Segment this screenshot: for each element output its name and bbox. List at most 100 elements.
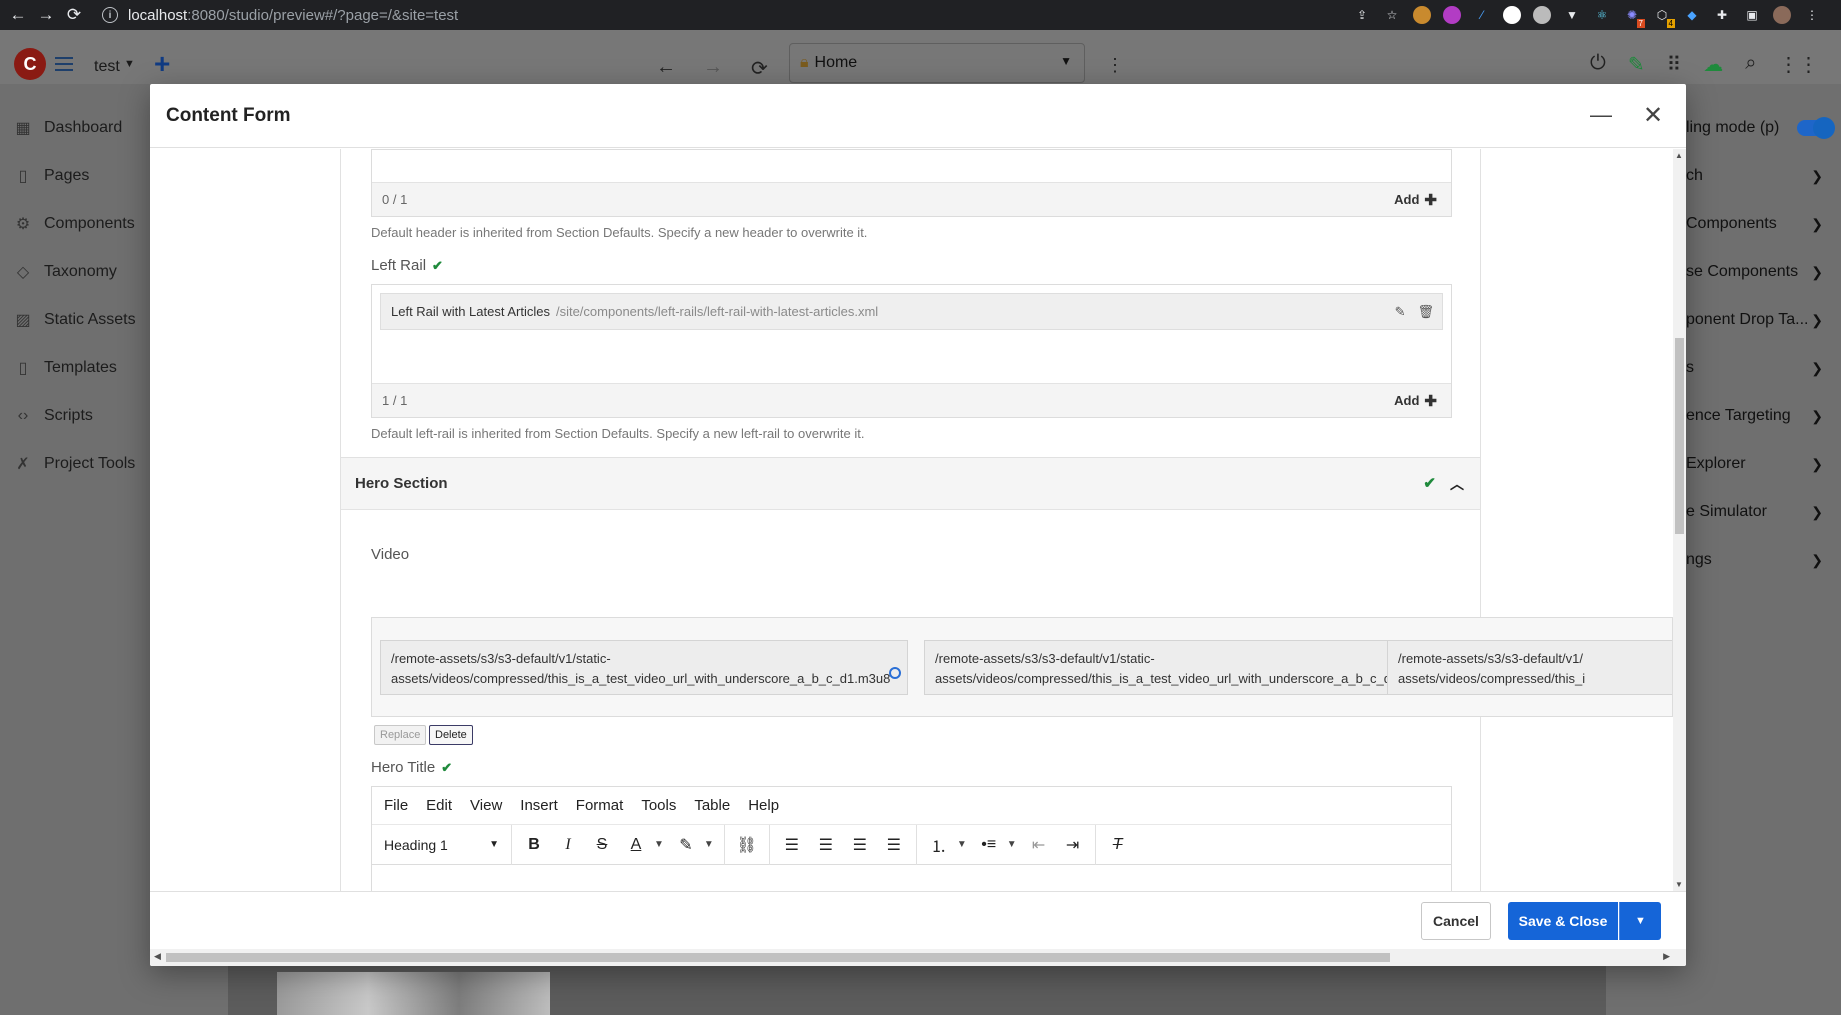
puzzle-icon[interactable]: ✚ — [1713, 6, 1731, 24]
drag-icon[interactable]: ⠿ — [1667, 52, 1682, 77]
sidebar-item-components[interactable]: ⚙ Components — [0, 200, 150, 248]
menu-edit[interactable]: Edit — [426, 797, 452, 814]
chevron-down-icon[interactable]: ▼ — [1060, 54, 1072, 68]
preview-refresh-icon[interactable]: ⟳ — [751, 56, 768, 81]
menu-view[interactable]: View — [470, 797, 502, 814]
sidebar-item-taxonomy[interactable]: ◇ Taxonomy — [0, 248, 150, 296]
sidebar-item-templates[interactable]: ▯ Templates — [0, 344, 150, 392]
tools-panel-item[interactable]: ngs ❯ — [1686, 536, 1841, 584]
sidebar-item-project-tools[interactable]: ✗ Project Tools — [0, 440, 150, 488]
sidebar-item-static-assets[interactable]: ▨ Static Assets — [0, 296, 150, 344]
tools-panel-item[interactable]: Components ❯ — [1686, 200, 1841, 248]
extension-with-badge-icon[interactable]: ⬡ 4 — [1653, 6, 1675, 28]
video-item[interactable]: /remote-assets/s3/s3-default/v1/static- … — [380, 640, 908, 695]
power-icon[interactable]: ⏻ — [1590, 52, 1606, 77]
react-devtools-icon[interactable]: ⚛ — [1593, 6, 1611, 24]
sidebar-item-scripts[interactable]: ‹› Scripts — [0, 392, 150, 440]
preview-back-icon[interactable]: ← — [656, 56, 676, 79]
menu-table[interactable]: Table — [694, 797, 730, 814]
cancel-button[interactable]: Cancel — [1421, 902, 1491, 940]
extension-icon[interactable] — [1443, 6, 1461, 24]
share-icon[interactable]: ⇪ — [1353, 6, 1371, 24]
tools-panel-item[interactable]: se Components ❯ — [1686, 248, 1841, 296]
extension-icon[interactable]: ◆ — [1683, 6, 1701, 24]
menu-help[interactable]: Help — [748, 797, 779, 814]
cookie-extension-icon[interactable] — [1413, 6, 1431, 24]
more-options-icon[interactable]: ⋮ — [1106, 55, 1124, 76]
numbered-list-icon[interactable]: ⒈ — [927, 832, 951, 858]
tools-panel-item[interactable]: ence Targeting ❯ — [1686, 392, 1841, 440]
scroll-down-icon[interactable]: ▼ — [1675, 880, 1683, 889]
site-info-icon[interactable]: i — [102, 7, 118, 23]
tools-panel-item[interactable]: e Simulator ❯ — [1686, 488, 1841, 536]
avatar[interactable] — [1773, 6, 1791, 24]
sidebar-icon[interactable]: ▣ — [1743, 6, 1761, 24]
replace-button[interactable]: Replace — [374, 725, 427, 745]
chevron-down-icon[interactable]: ▼ — [704, 839, 714, 850]
hero-section-header[interactable]: Hero Section ✔ ︿ — [340, 458, 1481, 510]
outdent-icon[interactable]: ⇤ — [1027, 832, 1051, 858]
menu-insert[interactable]: Insert — [520, 797, 558, 814]
menu-file[interactable]: File — [384, 797, 408, 814]
left-rail-item[interactable]: Left Rail with Latest Articles /site/com… — [380, 293, 1443, 330]
scroll-right-icon[interactable]: ▶ — [1663, 951, 1670, 962]
header-add-button[interactable]: Add ✚ — [1394, 191, 1437, 209]
italic-icon[interactable]: I — [556, 832, 580, 858]
chevron-down-icon[interactable]: ▼ — [957, 839, 967, 850]
block-format-select[interactable]: Heading 1 ▼ — [372, 824, 512, 865]
address-bar[interactable]: i localhost:8080/studio/preview#/?page=/… — [102, 7, 458, 24]
align-center-icon[interactable]: ☰ — [814, 832, 838, 858]
sidebar-item-dashboard[interactable]: ▦ Dashboard — [0, 104, 150, 152]
highlight-color-icon[interactable]: ✎ — [674, 832, 698, 858]
menu-format[interactable]: Format — [576, 797, 624, 814]
horizontal-scrollbar[interactable]: ◀ ▶ — [150, 949, 1686, 966]
editing-mode-toggle[interactable] — [1797, 117, 1836, 139]
search-icon[interactable]: ⌕ — [1745, 52, 1756, 77]
browser-menu-icon[interactable]: ⋮ — [1803, 6, 1821, 24]
scroll-thumb[interactable] — [1675, 338, 1684, 534]
clear-formatting-icon[interactable]: T — [1106, 832, 1130, 858]
apps-grid-icon[interactable]: ⋮⋮ — [1778, 52, 1818, 77]
bookmark-star-icon[interactable]: ☆ — [1383, 6, 1401, 24]
indent-icon[interactable]: ⇥ — [1061, 832, 1085, 858]
align-right-icon[interactable]: ☰ — [848, 832, 872, 858]
extension-icon[interactable] — [1533, 6, 1551, 24]
extension-icon[interactable] — [1503, 6, 1521, 24]
reload-icon[interactable]: ⟳ — [60, 1, 88, 29]
forward-icon[interactable]: → — [32, 1, 60, 29]
preview-address-bar[interactable]: 🔒︎ Home ▼ — [789, 43, 1085, 83]
extension-icon[interactable]: ⁄ — [1473, 6, 1491, 24]
menu-icon[interactable] — [55, 57, 73, 71]
align-justify-icon[interactable]: ☰ — [882, 832, 906, 858]
tools-panel-item[interactable]: ch ❯ — [1686, 152, 1841, 200]
scroll-up-icon[interactable]: ▲ — [1675, 151, 1683, 160]
strikethrough-icon[interactable]: S — [590, 832, 614, 858]
chevron-up-icon[interactable]: ︿ — [1450, 474, 1464, 494]
video-item[interactable]: /remote-assets/s3/s3-default/v1/static- … — [924, 640, 1452, 695]
tools-panel-item[interactable]: ponent Drop Ta... ❯ — [1686, 296, 1841, 344]
tools-panel-item[interactable]: Explorer ❯ — [1686, 440, 1841, 488]
left-rail-add-button[interactable]: Add ✚ — [1394, 392, 1437, 410]
chevron-down-icon[interactable]: ▼ — [1007, 839, 1017, 850]
align-left-icon[interactable]: ☰ — [780, 832, 804, 858]
link-icon[interactable]: ⛓ — [735, 832, 759, 858]
bold-icon[interactable]: B — [522, 832, 546, 858]
minimize-icon[interactable]: — — [1586, 100, 1616, 130]
bullet-list-icon[interactable]: •≡ — [977, 832, 1001, 858]
video-item[interactable]: /remote-assets/s3/s3-default/v1/ assets/… — [1387, 640, 1672, 695]
preview-forward-icon[interactable]: → — [703, 56, 723, 79]
sidebar-item-pages[interactable]: ▯ Pages — [0, 152, 150, 200]
save-options-dropdown[interactable]: ▼ — [1619, 902, 1661, 940]
chevron-down-icon[interactable]: ▼ — [654, 839, 664, 850]
create-content-plus-icon[interactable]: + — [154, 50, 170, 78]
tools-panel-item[interactable]: s ❯ — [1686, 344, 1841, 392]
vue-devtools-icon[interactable]: ▼ — [1563, 6, 1581, 24]
vertical-scrollbar[interactable]: ▲ ▼ — [1673, 149, 1686, 891]
back-icon[interactable]: ← — [4, 1, 32, 29]
close-icon[interactable]: ✕ — [1638, 100, 1668, 130]
text-color-icon[interactable]: A — [624, 832, 648, 858]
extension-with-badge-icon[interactable]: ✺ 7 — [1623, 6, 1645, 28]
site-switcher[interactable]: test — [94, 58, 120, 76]
publish-cloud-icon[interactable]: ☁ — [1703, 52, 1723, 77]
delete-button[interactable]: Delete — [429, 725, 473, 745]
